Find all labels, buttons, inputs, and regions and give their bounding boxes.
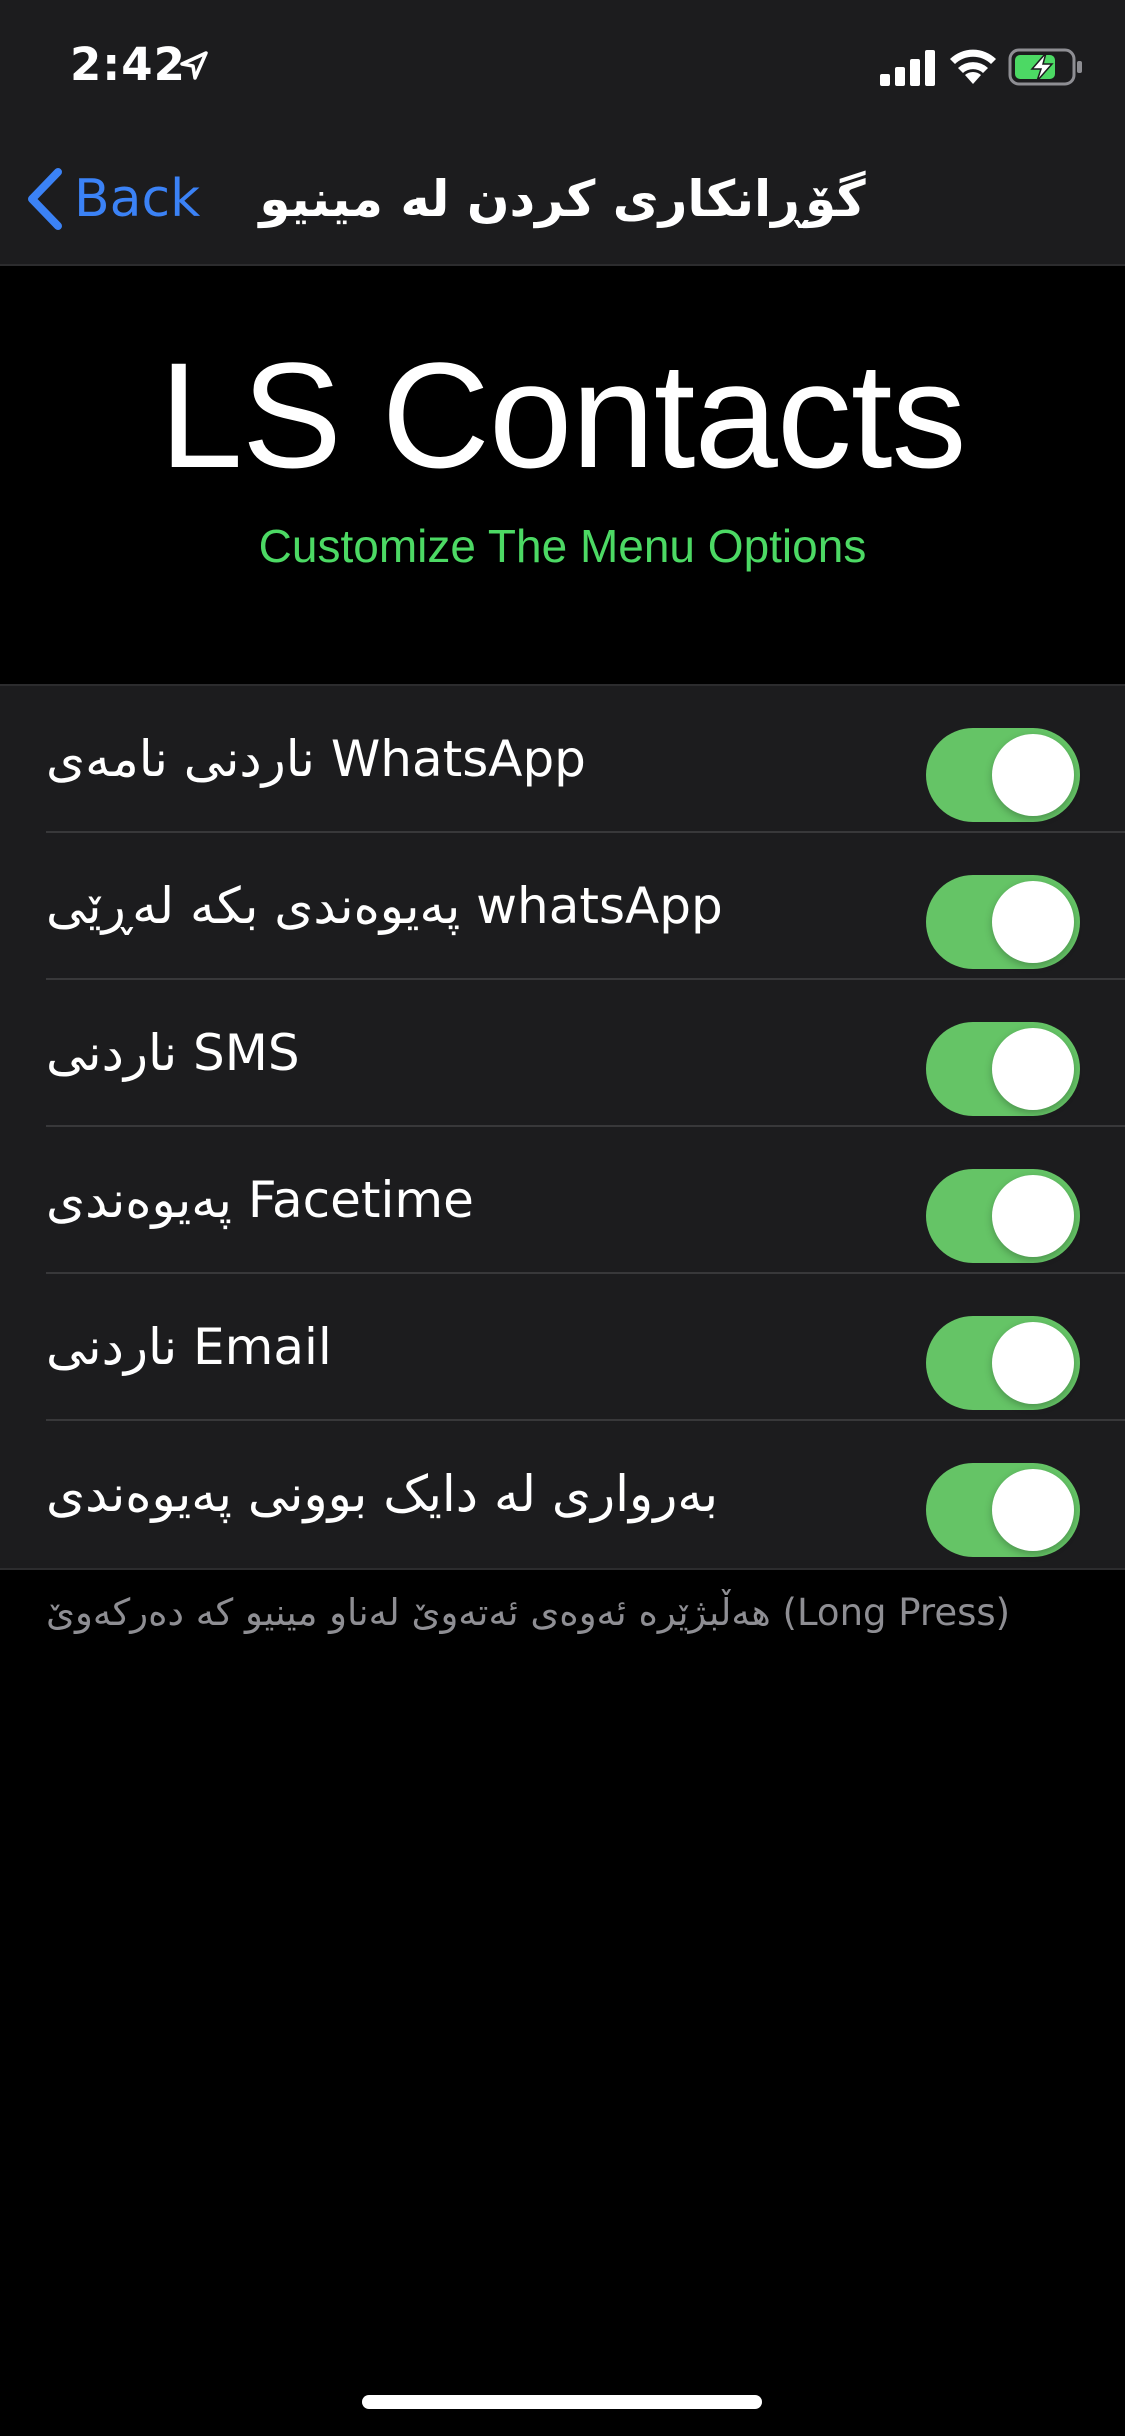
footer-hint: هەڵبژێرە ئەوەی ئەتەوێ لەناو مینیو کە دەر…	[46, 1591, 1011, 1634]
toggle-knob	[992, 1175, 1074, 1257]
sms-toggle[interactable]	[926, 1022, 1080, 1116]
setting-label: ناردنی Email	[46, 1318, 332, 1376]
app-title: LS Contacts	[159, 331, 966, 499]
toggle-knob	[992, 1469, 1074, 1551]
toggle-knob	[992, 734, 1074, 816]
toggle-knob	[992, 1322, 1074, 1404]
cellular-signal-icon	[880, 50, 935, 86]
setting-label: بەرواری لە دایک بوونی پەیوەندی	[46, 1465, 719, 1523]
app-subtitle: Customize The Menu Options	[258, 520, 867, 572]
setting-row-email: ناردنی Email	[0, 1274, 1125, 1421]
chevron-left-icon	[28, 168, 62, 230]
status-time: 2:42	[70, 38, 186, 91]
location-arrow-icon	[180, 51, 208, 80]
menu-options-list: ناردنی نامەی WhatsApp پەیوەندی بکە لەڕێی…	[0, 684, 1125, 1570]
setting-label: پەیوەندی Facetime	[46, 1171, 474, 1229]
home-indicator[interactable]	[362, 2395, 762, 2409]
setting-label: پەیوەندی بکە لەڕێی whatsApp	[46, 877, 723, 935]
status-bar: 2:42	[0, 0, 1125, 132]
setting-row-whatsapp-call: پەیوەندی بکە لەڕێی whatsApp	[0, 833, 1125, 980]
whatsapp-call-toggle[interactable]	[926, 875, 1080, 969]
navigation-bar: Back گۆڕانکاری کردن لە مینیو	[0, 132, 1125, 266]
whatsapp-message-toggle[interactable]	[926, 728, 1080, 822]
setting-row-birthday: بەرواری لە دایک بوونی پەیوەندی	[0, 1421, 1125, 1568]
wifi-icon	[950, 49, 996, 84]
email-toggle[interactable]	[926, 1316, 1080, 1410]
battery-charging-icon	[1008, 48, 1082, 86]
facetime-toggle[interactable]	[926, 1169, 1080, 1263]
setting-label: ناردنی نامەی WhatsApp	[46, 730, 586, 788]
page-title: گۆڕانکاری کردن لە مینیو	[259, 170, 866, 228]
setting-row-sms: ناردنی SMS	[0, 980, 1125, 1127]
toggle-knob	[992, 881, 1074, 963]
screen: 2:42 Back گۆڕانکاری کردن لە مینیو LS Con…	[0, 0, 1125, 2436]
back-button[interactable]: Back	[22, 162, 200, 236]
toggle-knob	[992, 1028, 1074, 1110]
setting-row-facetime: پەیوەندی Facetime	[0, 1127, 1125, 1274]
birthday-toggle[interactable]	[926, 1463, 1080, 1557]
back-label: Back	[74, 169, 201, 229]
setting-row-whatsapp-message: ناردنی نامەی WhatsApp	[0, 686, 1125, 833]
setting-label: ناردنی SMS	[46, 1024, 300, 1082]
